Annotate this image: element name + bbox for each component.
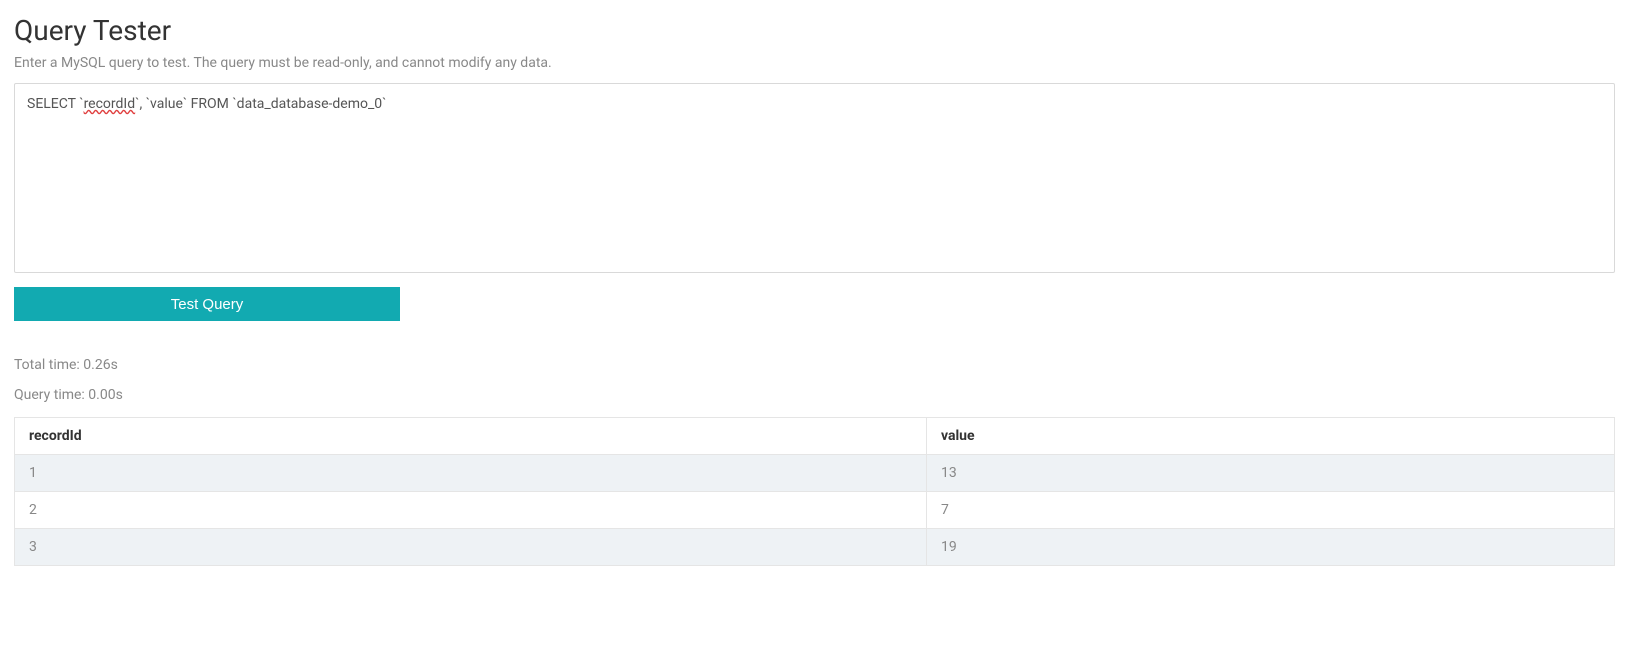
cell-value: 13 (927, 455, 1615, 492)
query-input[interactable]: SELECT `recordId`, `value` FROM `data_da… (14, 83, 1615, 273)
table-row: 27 (15, 492, 1615, 529)
spellcheck-underline: recordId (84, 96, 136, 112)
cell-recordid: 1 (15, 455, 927, 492)
table-row: 113 (15, 455, 1615, 492)
table-header-row: recordId value (15, 418, 1615, 455)
test-query-button[interactable]: Test Query (14, 287, 400, 321)
table-header-recordid: recordId (15, 418, 927, 455)
results-table: recordId value 11327319 (14, 417, 1615, 566)
query-time-text: Query time: 0.00s (14, 387, 1615, 403)
table-row: 319 (15, 529, 1615, 566)
page-subtitle: Enter a MySQL query to test. The query m… (14, 55, 1615, 71)
cell-recordid: 2 (15, 492, 927, 529)
total-time-text: Total time: 0.26s (14, 357, 1615, 373)
cell-value: 7 (927, 492, 1615, 529)
cell-recordid: 3 (15, 529, 927, 566)
cell-value: 19 (927, 529, 1615, 566)
query-text: SELECT `recordId`, `value` FROM `data_da… (27, 96, 387, 112)
page-title: Query Tester (14, 14, 1615, 47)
table-header-value: value (927, 418, 1615, 455)
